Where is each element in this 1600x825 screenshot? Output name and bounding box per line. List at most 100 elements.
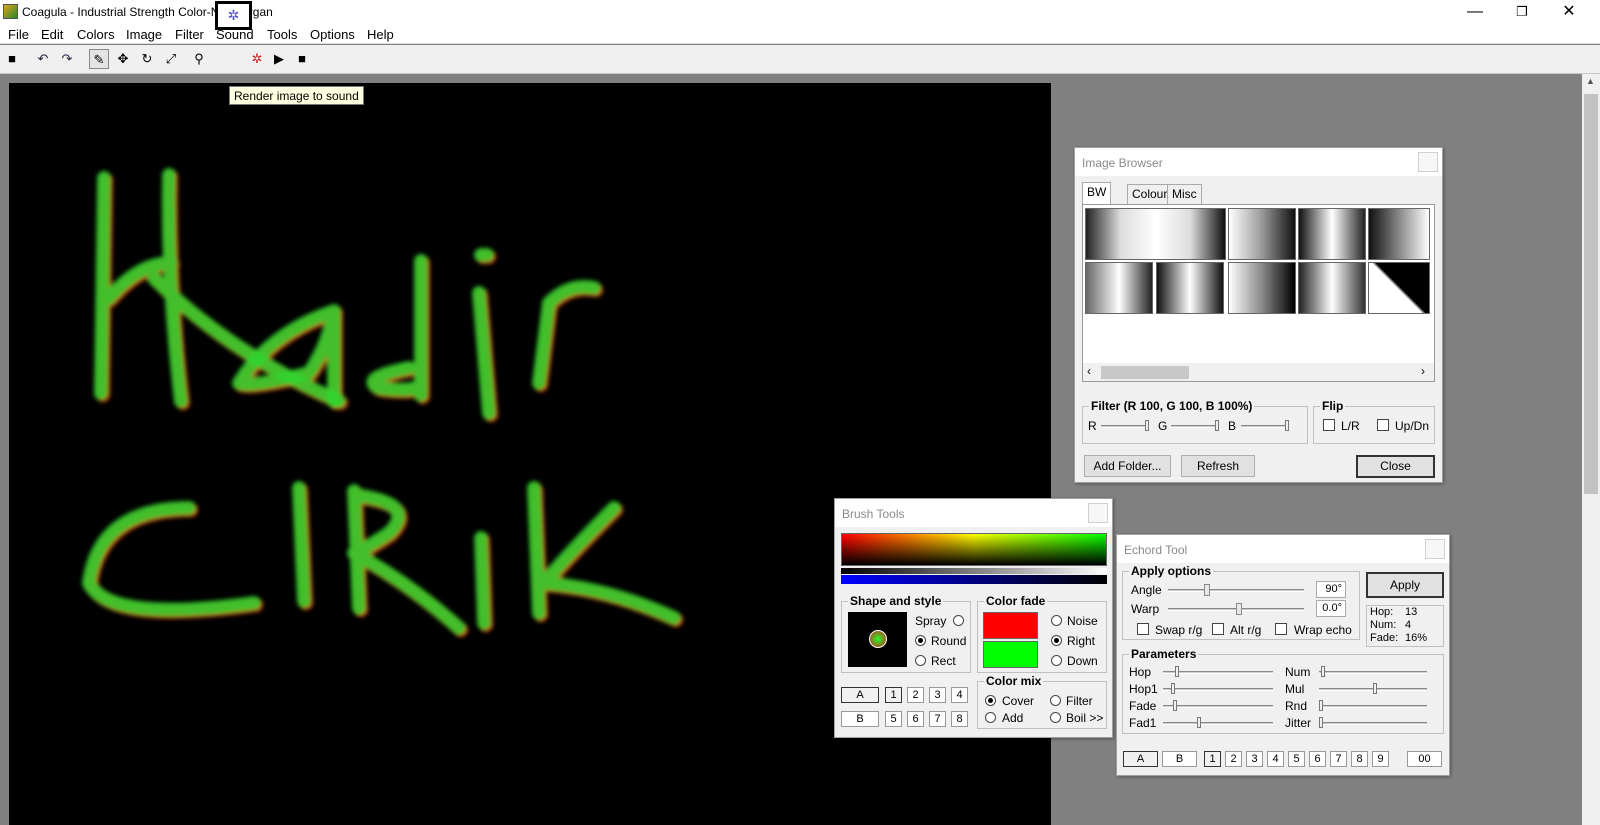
redo-icon[interactable]: ↷	[57, 49, 77, 69]
thumbnail-7[interactable]	[1228, 262, 1296, 314]
param-hop1-thumb[interactable]	[1171, 683, 1175, 694]
mix-boil-radio[interactable]	[1050, 712, 1061, 723]
fade-color-top[interactable]	[983, 612, 1038, 639]
open-icon[interactable]: ■	[2, 49, 22, 69]
brush-preset-a-button[interactable]: A	[841, 687, 879, 703]
play-icon[interactable]: ▶	[269, 49, 289, 69]
menu-colors[interactable]: Colors	[77, 27, 115, 42]
echord-slot-5[interactable]: 5	[1288, 751, 1305, 767]
mix-add-radio[interactable]	[985, 712, 996, 723]
fade-color-bottom[interactable]	[983, 641, 1038, 668]
color-spectrum[interactable]	[841, 533, 1107, 566]
param-num-slider[interactable]	[1319, 671, 1427, 674]
flip-updn-checkbox[interactable]	[1377, 419, 1389, 431]
brush-slot-1[interactable]: 1	[885, 687, 902, 703]
minimize-button[interactable]: —	[1452, 0, 1498, 24]
menu-file[interactable]: File	[8, 27, 29, 42]
shape-spray-radio[interactable]	[953, 615, 964, 626]
param-hop1-slider[interactable]	[1163, 688, 1273, 691]
param-mul-thumb[interactable]	[1373, 683, 1377, 694]
menu-options[interactable]: Options	[310, 27, 355, 42]
filter-b-slider[interactable]	[1241, 425, 1287, 428]
tab-colour[interactable]: Colour	[1127, 184, 1173, 204]
stop-icon[interactable]: ■	[292, 49, 312, 69]
param-num-thumb[interactable]	[1321, 666, 1325, 677]
param-rnd-thumb[interactable]	[1319, 700, 1323, 711]
warp-slider-thumb[interactable]	[1236, 603, 1242, 615]
thumbnail-2[interactable]	[1228, 208, 1296, 260]
echord-slot-9[interactable]: 9	[1372, 751, 1389, 767]
thumbnail-4[interactable]	[1368, 208, 1430, 260]
param-fad1-slider[interactable]	[1163, 722, 1273, 725]
close-button[interactable]: Close	[1356, 455, 1435, 478]
shape-rect-radio[interactable]	[915, 655, 926, 666]
close-icon[interactable]	[1088, 503, 1108, 523]
brush-slot-4[interactable]: 4	[951, 687, 968, 703]
scroll-left-icon[interactable]: ‹	[1087, 364, 1091, 378]
scale-icon[interactable]: ⤢	[161, 49, 181, 69]
thumbnail-3[interactable]	[1298, 208, 1366, 260]
blue-bar[interactable]	[841, 575, 1107, 584]
brush-slot-8[interactable]: 8	[951, 711, 968, 727]
echord-slot-3[interactable]: 3	[1246, 751, 1263, 767]
mix-cover-radio[interactable]	[985, 695, 996, 706]
param-jitter-thumb[interactable]	[1319, 717, 1323, 728]
gray-bar[interactable]	[841, 568, 1107, 574]
echord-slot-6[interactable]: 6	[1309, 751, 1326, 767]
hscroll-thumb[interactable]	[1101, 366, 1189, 379]
apply-button[interactable]: Apply	[1366, 572, 1444, 598]
echord-preset-b-button[interactable]: B	[1162, 751, 1197, 767]
fade-down-radio[interactable]	[1051, 655, 1062, 666]
angle-slider[interactable]	[1168, 589, 1304, 592]
scroll-right-icon[interactable]: ›	[1421, 364, 1425, 378]
thumbnail-8[interactable]	[1298, 262, 1366, 314]
filter-g-slider[interactable]	[1171, 425, 1217, 428]
swap-rg-checkbox[interactable]	[1137, 623, 1149, 635]
shape-round-radio[interactable]	[915, 635, 926, 646]
brush-preset-b-button[interactable]: B	[841, 711, 879, 727]
menu-edit[interactable]: Edit	[41, 27, 63, 42]
param-fade-slider[interactable]	[1163, 705, 1273, 708]
menu-tools[interactable]: Tools	[267, 27, 297, 42]
rotate-icon[interactable]: ↻	[137, 49, 157, 69]
tab-misc[interactable]: Misc	[1167, 184, 1202, 204]
filter-r-slider[interactable]	[1101, 425, 1147, 428]
echord-slot-2[interactable]: 2	[1225, 751, 1242, 767]
echord-slot-1[interactable]: 1	[1204, 751, 1221, 767]
tab-bw[interactable]: BW	[1082, 182, 1112, 204]
fade-right-radio[interactable]	[1051, 635, 1062, 646]
param-jitter-slider[interactable]	[1319, 722, 1427, 725]
picker-icon[interactable]: ⚲	[189, 49, 209, 69]
brush-slot-2[interactable]: 2	[907, 687, 924, 703]
move-icon[interactable]: ✥	[113, 49, 133, 69]
thumbnail-9[interactable]	[1368, 262, 1430, 314]
thumbnail-6[interactable]	[1156, 262, 1224, 314]
echord-slot-8[interactable]: 8	[1351, 751, 1368, 767]
close-icon[interactable]	[1425, 539, 1445, 559]
filter-b-thumb[interactable]	[1285, 420, 1289, 431]
brush-slot-5[interactable]: 5	[885, 711, 902, 727]
echord-preset-a-button[interactable]: A	[1123, 751, 1158, 767]
render-selection-icon[interactable]: ✲	[247, 49, 267, 69]
menu-image[interactable]: Image	[126, 27, 162, 42]
brush-icon[interactable]: ✎	[89, 49, 109, 69]
param-rnd-slider[interactable]	[1319, 705, 1427, 708]
brush-slot-7[interactable]: 7	[929, 711, 946, 727]
menu-filter[interactable]: Filter	[175, 27, 204, 42]
filter-r-thumb[interactable]	[1145, 420, 1149, 431]
echord-slot-4[interactable]: 4	[1267, 751, 1284, 767]
close-icon[interactable]	[1418, 152, 1438, 172]
param-hop-thumb[interactable]	[1175, 666, 1179, 677]
param-hop-slider[interactable]	[1163, 671, 1273, 674]
brush-slot-3[interactable]: 3	[929, 687, 946, 703]
thumbnail-1[interactable]	[1085, 208, 1226, 260]
alt-rg-checkbox[interactable]	[1212, 623, 1224, 635]
brush-slot-6[interactable]: 6	[907, 711, 924, 727]
close-window-button[interactable]: ✕	[1546, 0, 1592, 24]
add-folder-button[interactable]: Add Folder...	[1084, 455, 1171, 477]
angle-slider-thumb[interactable]	[1204, 584, 1210, 596]
thumbnail-5[interactable]	[1085, 262, 1153, 314]
scroll-thumb[interactable]	[1584, 94, 1598, 494]
echord-slot-00[interactable]: 00	[1407, 751, 1442, 767]
menu-help[interactable]: Help	[367, 27, 394, 42]
